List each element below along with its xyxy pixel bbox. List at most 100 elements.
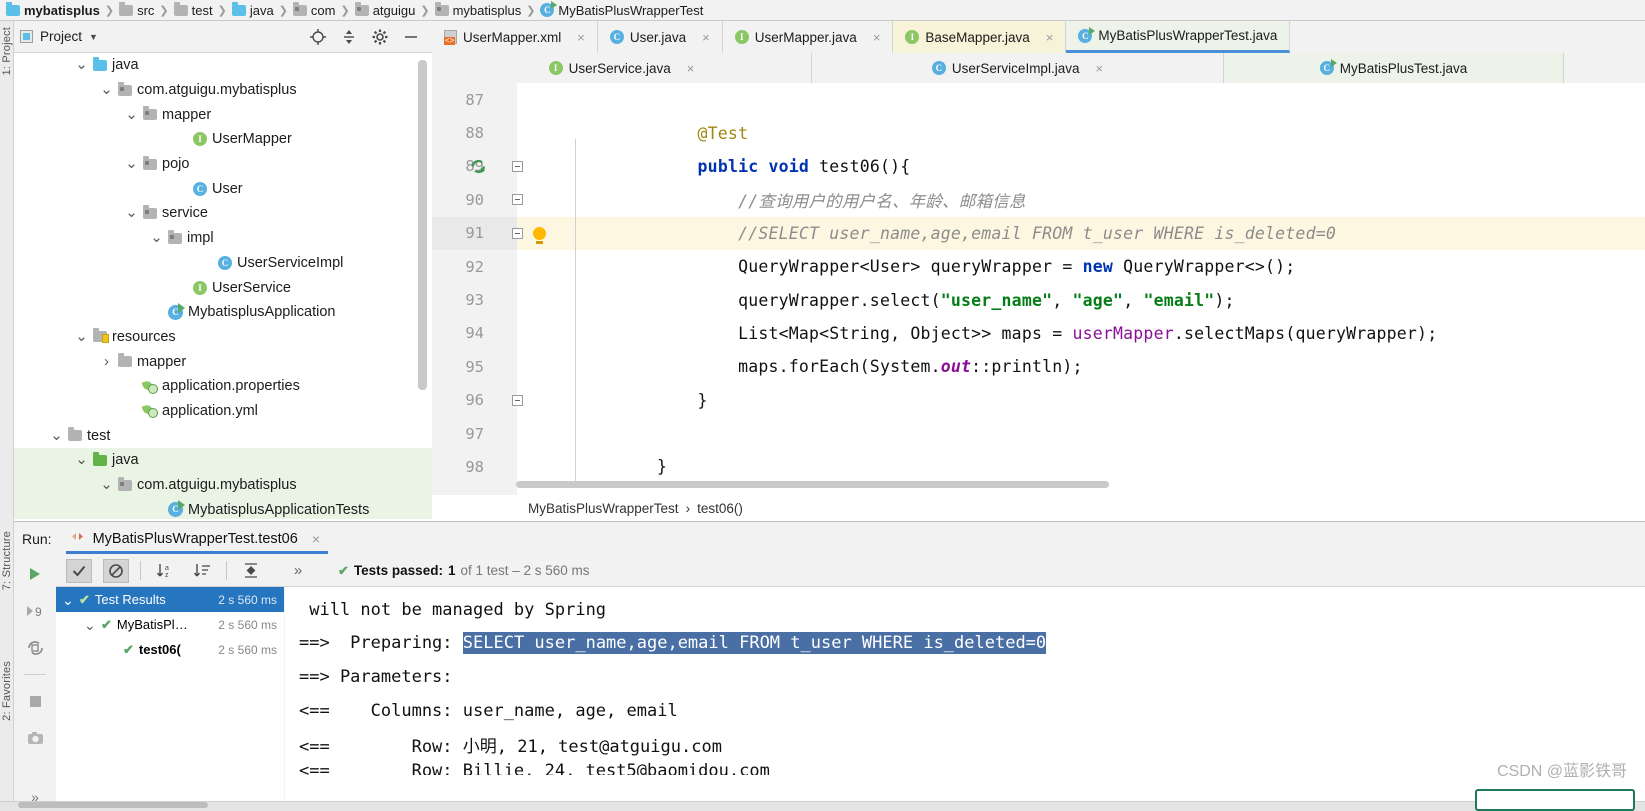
- gutter-row[interactable]: 89: [432, 150, 517, 183]
- run-test-gutter-icon[interactable]: [470, 158, 487, 175]
- code-line[interactable]: }: [512, 384, 1645, 417]
- editor-tab-row-2[interactable]: I UserService.java × C UserServiceImpl.java ×…: [432, 53, 1645, 83]
- gutter-row[interactable]: 94: [432, 317, 517, 350]
- run-side-toolbar[interactable]: 9 »: [14, 555, 56, 811]
- gutter-row[interactable]: 87: [432, 83, 517, 116]
- code-line[interactable]: List<Map<String, Object>> maps = userMap…: [517, 317, 1645, 350]
- breadcrumb-item-mybatisplus[interactable]: mybatisplus: [433, 1, 524, 18]
- console-selected-text[interactable]: SELECT user_name,age,email FROM t_user W…: [462, 632, 1047, 655]
- rail-label-structure[interactable]: 7: Structure: [1, 531, 13, 590]
- toggle-auto-test-icon[interactable]: [23, 637, 47, 659]
- chevron-down-icon[interactable]: ⌄: [125, 205, 138, 220]
- close-icon[interactable]: ×: [1046, 30, 1054, 45]
- code-fold-icon[interactable]: [512, 394, 523, 406]
- tree-row[interactable]: ⌄ pojo: [14, 152, 432, 177]
- editor-tab-mybatisplustest-java[interactable]: C MyBatisPlusTest.java: [1224, 53, 1564, 83]
- editor-breadcrumb[interactable]: MyBatisPlusWrapperTest › test06(): [432, 495, 1645, 521]
- chevron-down-icon[interactable]: ⌄: [125, 156, 138, 171]
- rail-label-project[interactable]: 1: Project: [1, 27, 13, 75]
- rerun-icon[interactable]: [23, 563, 47, 585]
- chevron-down-icon[interactable]: ▼: [89, 32, 98, 42]
- editor-tab-userservice-java[interactable]: I UserService.java ×: [432, 53, 812, 83]
- tree-row[interactable]: ⌄ mapper: [14, 102, 432, 127]
- breadcrumb-item-atguigu[interactable]: atguigu: [353, 1, 418, 18]
- intention-bulb-icon[interactable]: [533, 226, 546, 244]
- code-line[interactable]: maps.forEach(System.out::println);: [517, 350, 1645, 383]
- test-tree-row[interactable]: ⌄ ✔ MyBatisPl… 2 s 560 ms: [56, 612, 284, 637]
- breadcrumb-item-src[interactable]: src: [117, 1, 156, 18]
- sort-alphabetically-icon[interactable]: az: [152, 559, 178, 583]
- chevron-down-icon[interactable]: ⌄: [62, 593, 74, 607]
- editor-breadcrumb-class[interactable]: MyBatisPlusWrapperTest: [528, 501, 679, 516]
- test-tree-row[interactable]: ⌄ ✔ Test Results 2 s 560 ms: [56, 587, 284, 612]
- close-icon[interactable]: ×: [577, 30, 585, 45]
- test-results-tree[interactable]: ⌄ ✔ Test Results 2 s 560 ms ⌄ ✔ MyBatisPl… 2 s …: [56, 587, 284, 811]
- code-line[interactable]: //查询用户的用户名、年龄、邮箱信息: [512, 183, 1645, 216]
- breadcrumb-item-mybatisplus[interactable]: mybatisplus: [4, 1, 102, 18]
- close-icon[interactable]: ×: [687, 61, 695, 76]
- console-output[interactable]: will not be managed by Spring ==> Prepari…: [285, 587, 1645, 811]
- project-tree[interactable]: ⌄ java ⌄ com.atguigu.mybatisplus ⌄ mapper I Use…: [14, 53, 432, 519]
- editor-tab-usermapper-xml[interactable]: UserMapper.xml ×: [432, 21, 598, 53]
- gutter-row[interactable]: 93: [432, 283, 517, 316]
- code-fold-icon[interactable]: [512, 160, 523, 172]
- code-editor[interactable]: 87 88 89 90 91 92 93 94 95 96 97 98 @Test public vo…: [432, 83, 1645, 495]
- code-line[interactable]: //SELECT user_name,age,email FROM t_user…: [512, 216, 1645, 250]
- close-icon[interactable]: ×: [1095, 61, 1103, 76]
- more-icon[interactable]: »: [285, 559, 311, 583]
- expand-collapse-icon[interactable]: [238, 559, 264, 583]
- breadcrumb-item-test[interactable]: test: [172, 1, 215, 18]
- close-icon[interactable]: ×: [873, 30, 881, 45]
- tree-row[interactable]: ⌄ test: [14, 423, 432, 448]
- code-line[interactable]: }: [517, 450, 1645, 483]
- editor-tab-row-1[interactable]: UserMapper.xml × C User.java × I UserMapper.ja…: [432, 21, 1645, 53]
- tree-row[interactable]: ⌄ java: [14, 53, 432, 78]
- tree-row[interactable]: C MybatisplusApplication: [14, 300, 432, 325]
- code-fold-icon[interactable]: [512, 194, 523, 206]
- tree-row[interactable]: ⌄ com.atguigu.mybatisplus: [14, 78, 432, 103]
- code-line[interactable]: queryWrapper.select("user_name", "age", …: [517, 283, 1645, 316]
- editor-tab-usermapper-java[interactable]: I UserMapper.java ×: [722, 21, 894, 53]
- breadcrumb-item-mybatispluswrappertest[interactable]: C MyBatisPlusWrapperTest: [538, 1, 705, 18]
- chevron-down-icon[interactable]: ⌄: [75, 57, 88, 72]
- ignore-icon[interactable]: [103, 558, 129, 583]
- gutter-row[interactable]: 88: [432, 116, 517, 149]
- breadcrumb-item-com[interactable]: com: [291, 1, 338, 18]
- editor-tab-basemapper-java[interactable]: I BaseMapper.java ×: [893, 21, 1067, 53]
- chevron-down-icon[interactable]: ⌄: [100, 477, 113, 492]
- rail-label-favorites[interactable]: 2: Favorites: [1, 661, 13, 721]
- editor-breadcrumb-method[interactable]: test06(): [697, 501, 743, 516]
- tree-row[interactable]: C UserServiceImpl: [14, 251, 432, 276]
- chevron-down-icon[interactable]: ⌄: [75, 329, 88, 344]
- gutter-row[interactable]: 91: [432, 216, 517, 250]
- tree-row[interactable]: application.properties: [14, 374, 432, 399]
- project-horizontal-scrollbar[interactable]: [18, 802, 208, 808]
- gutter-row[interactable]: 95: [432, 350, 517, 383]
- run-toolbar[interactable]: az » ✔ Tests passed: 1 of 1 test – 2 s 5…: [56, 555, 1645, 587]
- test-tree-row[interactable]: ✔ test06(2 s 560 ms: [56, 637, 284, 662]
- editor-tab-userserviceimpl-java[interactable]: C UserServiceImpl.java ×: [812, 53, 1224, 83]
- code-line[interactable]: public void test06(){: [512, 150, 1645, 183]
- hide-icon[interactable]: [402, 28, 420, 46]
- tree-row[interactable]: ⌄ impl: [14, 226, 432, 251]
- tree-row[interactable]: C User: [14, 176, 432, 201]
- code-line[interactable]: QueryWrapper<User> queryWrapper = new Qu…: [517, 250, 1645, 283]
- tree-row[interactable]: › mapper: [14, 349, 432, 374]
- gutter-row[interactable]: 90: [432, 183, 517, 216]
- code-fold-icon[interactable]: [512, 227, 523, 239]
- chevron-down-icon[interactable]: ⌄: [125, 107, 138, 122]
- locate-icon[interactable]: [309, 28, 327, 46]
- chevron-down-icon[interactable]: ⌄: [75, 452, 88, 467]
- editor-gutter[interactable]: 87 88 89 90 91 92 93 94 95 96 97 98: [432, 83, 517, 495]
- close-icon[interactable]: ×: [312, 531, 320, 547]
- chevron-down-icon[interactable]: ⌄: [100, 82, 113, 97]
- tree-row[interactable]: application.yml: [14, 399, 432, 424]
- code-line[interactable]: @Test: [517, 116, 1645, 149]
- run-configuration-tab[interactable]: MyBatisPlusWrapperTest.test06 ×: [65, 529, 329, 554]
- tree-row[interactable]: I UserMapper: [14, 127, 432, 152]
- tree-row[interactable]: ⌄ java: [14, 448, 432, 473]
- editor-code-area[interactable]: @Test public void test06(){ //查询用户的用户名、年…: [512, 83, 1645, 495]
- tree-row[interactable]: ⌄ resources: [14, 325, 432, 350]
- editor-tab-mybatispluswrappertest-java[interactable]: C MyBatisPlusWrapperTest.java: [1066, 21, 1291, 53]
- close-icon[interactable]: ×: [702, 30, 710, 45]
